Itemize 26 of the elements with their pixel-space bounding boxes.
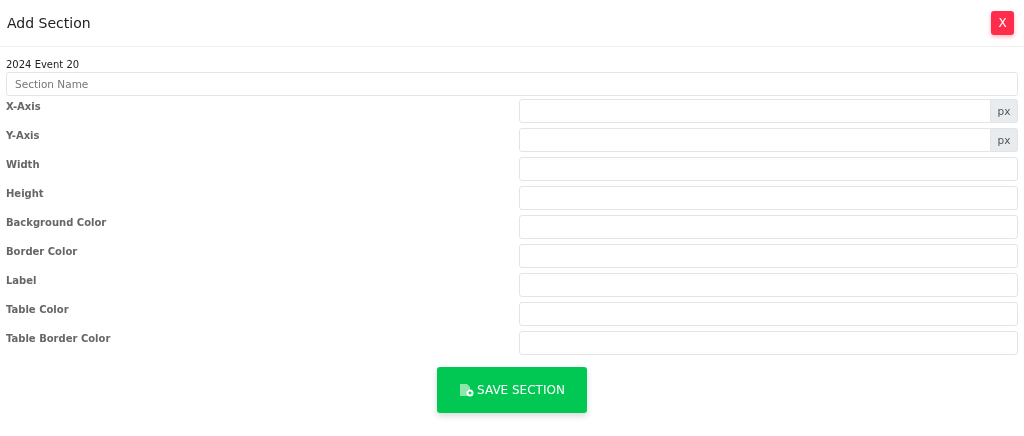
field-label: Background Color — [6, 216, 108, 228]
field-label: Width — [6, 158, 41, 170]
field-label: Table Border Color — [6, 332, 112, 344]
field-label: X-Axis — [6, 100, 42, 112]
save-button[interactable]: SAVE SECTION — [437, 367, 587, 413]
text-field[interactable] — [519, 99, 991, 123]
text-field[interactable] — [519, 273, 1018, 297]
field-label: Height — [6, 187, 45, 199]
dialog-title: Add Section — [7, 15, 91, 31]
text-field[interactable] — [519, 302, 1018, 326]
field-label: Label — [6, 274, 38, 286]
event-name: 2024 Event 20 — [6, 59, 81, 72]
text-field[interactable] — [519, 331, 1018, 355]
text-field[interactable] — [519, 244, 1018, 268]
text-field[interactable] — [519, 215, 1018, 239]
field-label: Border Color — [6, 245, 79, 257]
field-label: Y-Axis — [6, 129, 41, 141]
unit-addon: px — [991, 128, 1018, 152]
text-field[interactable] — [519, 128, 991, 152]
field-label: Table Color — [6, 303, 70, 315]
unit-addon: px — [991, 99, 1018, 123]
text-field[interactable] — [519, 186, 1018, 210]
save-file-icon — [459, 383, 475, 397]
text-field[interactable] — [519, 157, 1018, 181]
close-button[interactable]: X — [991, 11, 1014, 35]
section-name-field[interactable]: Section Name — [6, 72, 1018, 96]
